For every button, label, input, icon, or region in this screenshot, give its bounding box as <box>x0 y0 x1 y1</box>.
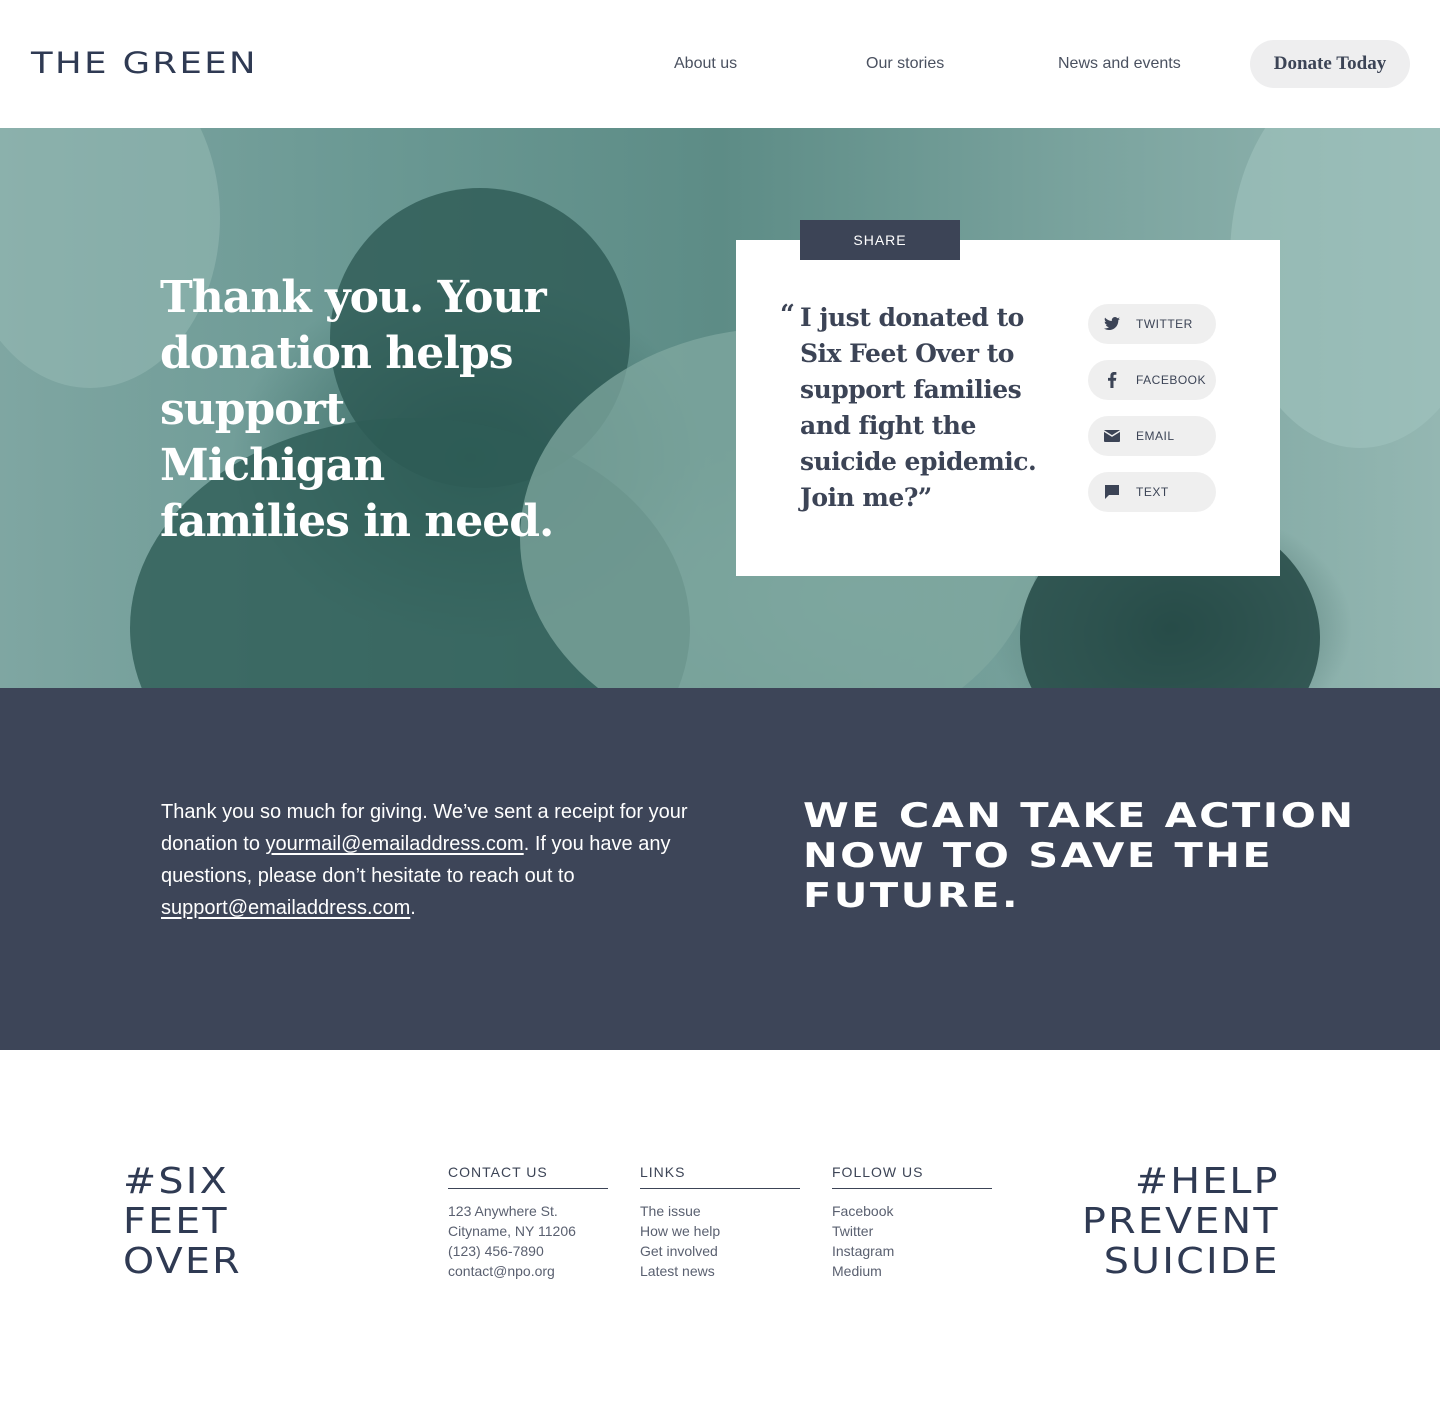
share-email-label: EMAIL <box>1136 429 1175 443</box>
twitter-icon <box>1102 314 1122 334</box>
hashtag-six-feet-over: #SIX FEET OVER <box>123 1162 242 1282</box>
action-slogan: WE CAN TAKE ACTION NOW TO SAVE THE FUTUR… <box>803 796 1356 916</box>
footer-contact-column: CONTACT US 123 Anywhere St. Cityname, NY… <box>448 1164 608 1281</box>
links-heading: LINKS <box>640 1164 800 1189</box>
footer-link-latest-news[interactable]: Latest news <box>640 1261 800 1281</box>
receipt-email-link[interactable]: yourmail@emailaddress.com <box>266 833 524 855</box>
chat-icon <box>1102 482 1122 502</box>
follow-facebook-link[interactable]: Facebook <box>832 1201 992 1221</box>
share-text-label: TEXT <box>1136 485 1169 499</box>
share-facebook-button[interactable]: FACEBOOK <box>1088 360 1216 400</box>
quote-mark: “ <box>780 300 795 330</box>
hashtag-line: SUICIDE <box>1103 1241 1280 1282</box>
contact-city: Cityname, NY 11206 <box>448 1223 576 1239</box>
follow-instagram-link[interactable]: Instagram <box>832 1241 992 1261</box>
hashtag-line: OVER <box>123 1241 242 1282</box>
hashtag-help-prevent-suicide: #HELP PREVENT SUICIDE <box>1082 1162 1280 1282</box>
footer-links-column: LINKS The issue How we help Get involved… <box>640 1164 800 1281</box>
footer-link-the-issue[interactable]: The issue <box>640 1201 800 1221</box>
contact-phone[interactable]: (123) 456-7890 <box>448 1241 608 1261</box>
hashtag-line: #SIX <box>123 1161 229 1202</box>
donate-today-button[interactable]: Donate Today <box>1250 40 1410 88</box>
facebook-icon <box>1102 370 1122 390</box>
follow-twitter-link[interactable]: Twitter <box>832 1221 992 1241</box>
share-twitter-button[interactable]: TWITTER <box>1088 304 1216 344</box>
contact-heading: CONTACT US <box>448 1164 608 1189</box>
thank-you-headline: Thank you. Your donation helps support M… <box>160 272 554 547</box>
hashtag-line: PREVENT <box>1082 1201 1280 1242</box>
hashtag-line: #HELP <box>1135 1161 1280 1202</box>
nav-about-us[interactable]: About us <box>674 55 737 73</box>
support-email-link[interactable]: support@emailaddress.com <box>161 897 410 919</box>
nav-our-stories[interactable]: Our stories <box>866 55 944 73</box>
footer-link-how-we-help[interactable]: How we help <box>640 1221 800 1241</box>
share-twitter-label: TWITTER <box>1136 317 1193 331</box>
follow-medium-link[interactable]: Medium <box>832 1261 992 1281</box>
follow-heading: FOLLOW US <box>832 1164 992 1189</box>
share-facebook-label: FACEBOOK <box>1136 373 1207 387</box>
share-email-button[interactable]: EMAIL <box>1088 416 1216 456</box>
contact-email[interactable]: contact@npo.org <box>448 1261 608 1281</box>
receipt-message: Thank you so much for giving. We’ve sent… <box>161 796 701 924</box>
email-icon <box>1102 426 1122 446</box>
hashtag-line: FEET <box>123 1201 229 1242</box>
site-logo[interactable]: THE GREEN <box>31 46 258 80</box>
footer-link-get-involved[interactable]: Get involved <box>640 1241 800 1261</box>
share-quote: I just donated to Six Feet Over to suppo… <box>800 303 1037 512</box>
site-header: THE GREEN About us Our stories News and … <box>0 0 1440 128</box>
receipt-text-end: . <box>410 897 416 919</box>
share-text-button[interactable]: TEXT <box>1088 472 1216 512</box>
contact-address: 123 Anywhere St. <box>448 1203 558 1219</box>
share-tab: SHARE <box>800 220 960 260</box>
nav-news-and-events[interactable]: News and events <box>1058 55 1181 73</box>
footer-follow-column: FOLLOW US Facebook Twitter Instagram Med… <box>832 1164 992 1281</box>
